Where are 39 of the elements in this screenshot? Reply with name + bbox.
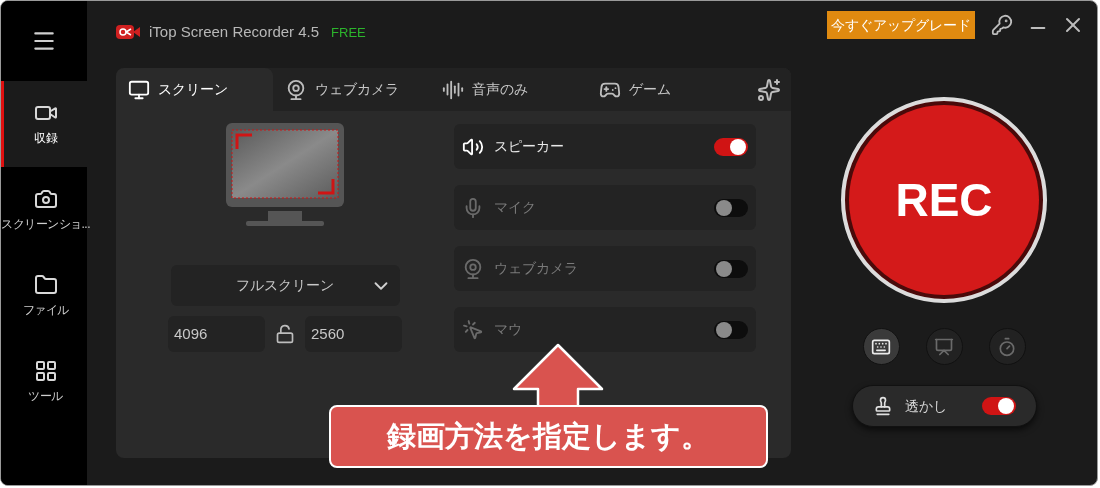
presentation-icon	[934, 336, 954, 357]
plan-label: FREE	[331, 23, 366, 42]
source-label: スピーカー	[494, 137, 565, 156]
capture-mode-dropdown[interactable]: フルスクリーン	[170, 265, 400, 306]
toggle-switch[interactable]	[714, 259, 748, 278]
sidebar-item[interactable]: ファイル	[1, 253, 87, 339]
grid-icon	[33, 359, 58, 383]
folder-icon	[33, 273, 58, 297]
toggle-switch[interactable]	[714, 137, 748, 156]
source-label: ウェブカメラ	[494, 259, 579, 278]
camera-icon	[33, 187, 58, 211]
source-label: マウ	[494, 320, 523, 339]
app-logo-icon	[115, 23, 141, 42]
tab[interactable]: 音声のみ	[430, 68, 587, 111]
tab[interactable]: スクリーン	[116, 68, 273, 111]
mouse-click-icon	[462, 318, 484, 341]
sidebar-item[interactable]: 収録	[1, 81, 87, 167]
toggle-switch[interactable]	[714, 320, 748, 339]
timer-icon	[997, 336, 1017, 357]
rec-button[interactable]: REC	[841, 97, 1047, 303]
toggle-switch[interactable]	[714, 198, 748, 217]
width-field[interactable]: 4096	[168, 316, 265, 352]
unlock-icon[interactable]	[275, 324, 295, 344]
key-icon[interactable]	[991, 14, 1013, 36]
tool-button[interactable]	[862, 328, 900, 365]
monitor-icon	[128, 78, 150, 101]
callout-banner: 録画方法を指定します。	[329, 405, 768, 468]
window-title: iTop Screen Recorder 4.5	[149, 22, 320, 42]
sparkle-icon[interactable]	[757, 77, 781, 102]
webcam-icon	[285, 78, 307, 101]
sidebar-item[interactable]: ツール	[1, 339, 87, 425]
tab[interactable]: ゲーム	[587, 68, 744, 111]
webcam-icon	[462, 257, 484, 280]
height-field[interactable]: 2560	[305, 316, 402, 352]
tab[interactable]: ウェブカメラ	[273, 68, 430, 111]
toggle-switch[interactable]	[981, 397, 1016, 415]
watermark-label: 透かし	[904, 396, 948, 416]
audio-wave-icon	[442, 78, 464, 101]
source-label: マイク	[494, 198, 537, 217]
